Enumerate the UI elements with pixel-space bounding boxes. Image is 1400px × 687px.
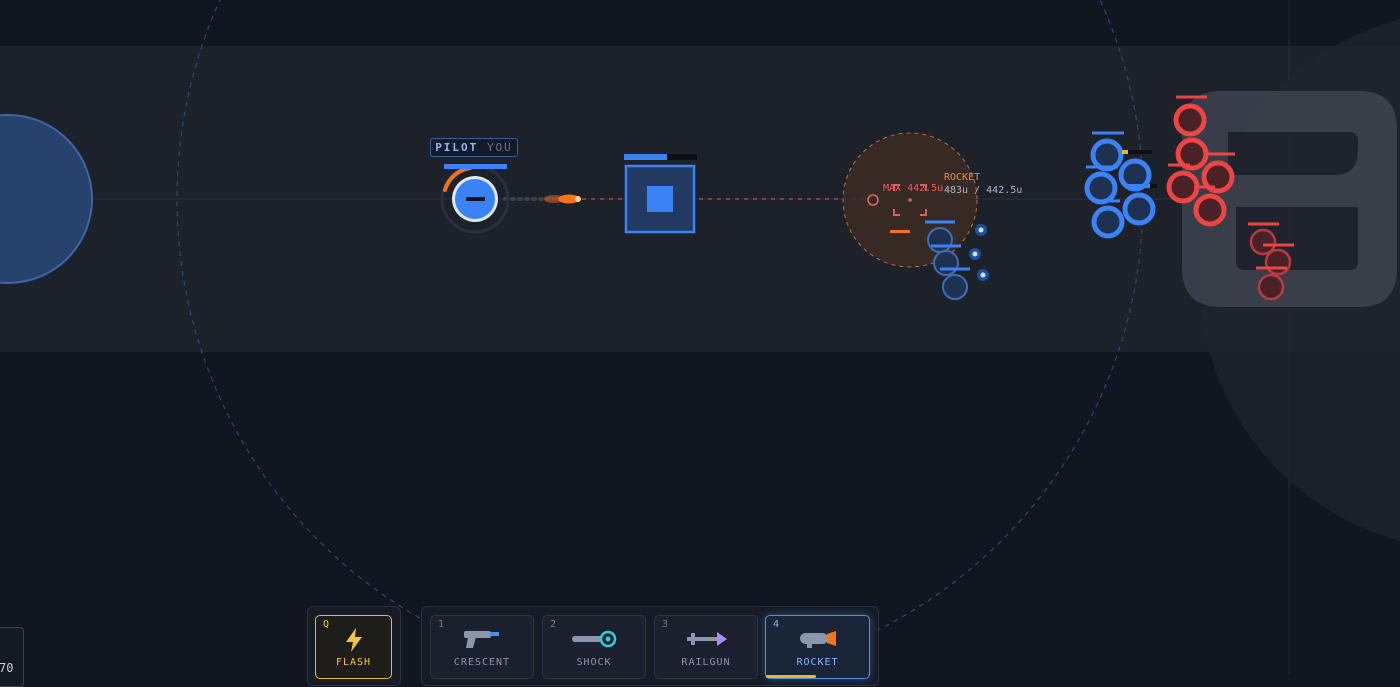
rocket-launcher-icon	[797, 628, 839, 654]
player-name-tag: PILOT YOU	[430, 138, 518, 157]
weapon-slot-key: 3	[662, 619, 669, 630]
weapon-slot-shock[interactable]: 2 SHOCK	[542, 615, 646, 679]
weapon-slot-railgun[interactable]: 3 RAILGUN	[654, 615, 758, 679]
weapon-slot-key: 1	[438, 619, 445, 630]
player-tag-prefix: PILOT	[435, 141, 479, 154]
cooldown-bar	[766, 675, 816, 678]
game-arena	[0, 0, 1400, 675]
ability-key: Q	[323, 619, 330, 630]
weapon-slot-rocket[interactable]: 4 ROCKET	[765, 615, 870, 679]
corner-readout-panel: 70	[0, 627, 24, 687]
weapon-slot-crescent[interactable]: 1 CRESCENT	[430, 615, 534, 679]
shock-emitter-icon	[570, 628, 618, 654]
weapon-slot-key: 2	[550, 619, 557, 630]
railgun-icon	[683, 628, 729, 654]
weapon-slot-label: CRESCENT	[453, 657, 511, 668]
ability-slot-flash[interactable]: Q FLASH	[315, 615, 392, 679]
target-weapon-label: ROCKET	[944, 172, 981, 183]
pistol-icon	[462, 628, 502, 654]
weapon-slot-label: RAILGUN	[681, 657, 731, 668]
target-max-range-label: MAX 442.5u	[883, 183, 944, 194]
weapon-slot-label: ROCKET	[796, 657, 839, 668]
corner-readout: 70	[0, 661, 14, 675]
blue-turret	[624, 154, 697, 234]
weapon-slot-key: 4	[773, 619, 780, 630]
lightning-icon	[344, 628, 364, 656]
weapon-slot-label: SHOCK	[576, 657, 612, 668]
player-tag-suffix: YOU	[486, 141, 513, 154]
player-health-bar	[444, 164, 507, 169]
target-distance-readout: 483u / 442.5u	[944, 185, 1023, 196]
ability-label: FLASH	[335, 657, 372, 668]
